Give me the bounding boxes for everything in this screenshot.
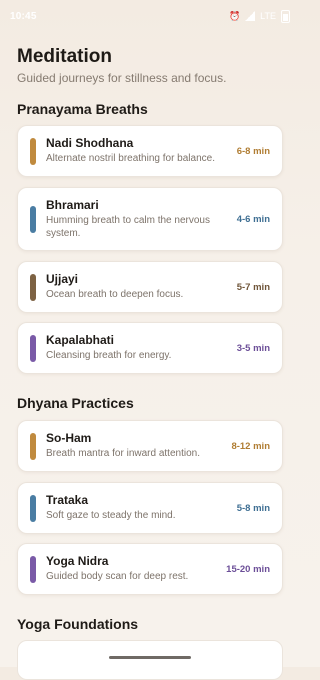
practice-description: Soft gaze to steady the mind. [46, 510, 176, 522]
lte-icon: LTE [260, 11, 276, 21]
practice-duration: 5-8 min [236, 502, 270, 514]
practice-card-partial[interactable] [17, 640, 283, 680]
practice-name: Trataka [46, 493, 89, 508]
accent-bar [30, 432, 36, 460]
status-icons: ⏰ LTE [228, 9, 290, 23]
practice-description: Guided body scan for deep rest. [46, 571, 189, 583]
practice-card-so-ham[interactable]: So-Ham Breath mantra for inward attentio… [17, 420, 283, 472]
practice-duration: 6-8 min [236, 145, 270, 157]
practice-description: Breath mantra for inward attention. [46, 448, 200, 460]
status-bar: 10:45 ⏰ LTE [0, 0, 300, 32]
section-title-dhyana: Dhyana Practices [17, 395, 134, 411]
practice-card-trataka[interactable]: Trataka Soft gaze to steady the mind. 5-… [17, 482, 283, 534]
practice-name: So-Ham [46, 431, 92, 446]
practice-name: Bhramari [46, 198, 99, 212]
practice-description: Ocean breath to deepen focus. [46, 289, 184, 301]
practice-duration: 4-6 min [236, 213, 270, 225]
accent-bar [30, 494, 36, 522]
practice-card-bhramari[interactable]: Bhramari Humming breath to calm the nerv… [17, 187, 283, 251]
practice-name: Kapalabhati [46, 333, 115, 348]
practice-name: Yoga Nidra [46, 554, 109, 569]
page-title: Meditation [17, 46, 112, 67]
accent-bar [30, 205, 36, 233]
home-indicator[interactable] [109, 656, 191, 659]
accent-bar [30, 137, 36, 165]
practice-card-yoga-nidra[interactable]: Yoga Nidra Guided body scan for deep res… [17, 543, 283, 595]
practice-duration: 5-7 min [236, 281, 270, 293]
practice-name: Nadi Shodhana [46, 136, 134, 151]
accent-bar [30, 334, 36, 362]
accent-bar [30, 555, 36, 583]
practice-duration: 15-20 min [226, 563, 270, 575]
section-title-pranayama: Pranayama Breaths [17, 101, 148, 117]
practice-description: Cleansing breath for energy. [46, 350, 172, 362]
signal-icon [245, 11, 256, 21]
practice-card-ujjayi[interactable]: Ujjayi Ocean breath to deepen focus. 5-7… [17, 261, 283, 313]
practice-description: Humming breath to calm the nervous syste… [46, 215, 210, 239]
practice-description: Alternate nostril breathing for balance. [46, 153, 215, 165]
practice-duration: 8-12 min [231, 440, 270, 452]
practice-name: Ujjayi [46, 272, 79, 287]
practice-card-kapalabhati[interactable]: Kapalabhati Cleansing breath for energy.… [17, 322, 283, 374]
practice-duration: 3-5 min [236, 342, 270, 354]
status-time: 10:45 [10, 10, 37, 22]
section-title-yoga-foundations: Yoga Foundations [17, 616, 139, 632]
alarm-icon: ⏰ [228, 10, 241, 21]
accent-bar [30, 273, 36, 301]
battery-icon [281, 9, 290, 23]
practice-card-nadi-shodhana[interactable]: Nadi Shodhana Alternate nostril breathin… [17, 125, 283, 177]
page-subtitle: Guided journeys for stillness and focus. [17, 71, 227, 85]
